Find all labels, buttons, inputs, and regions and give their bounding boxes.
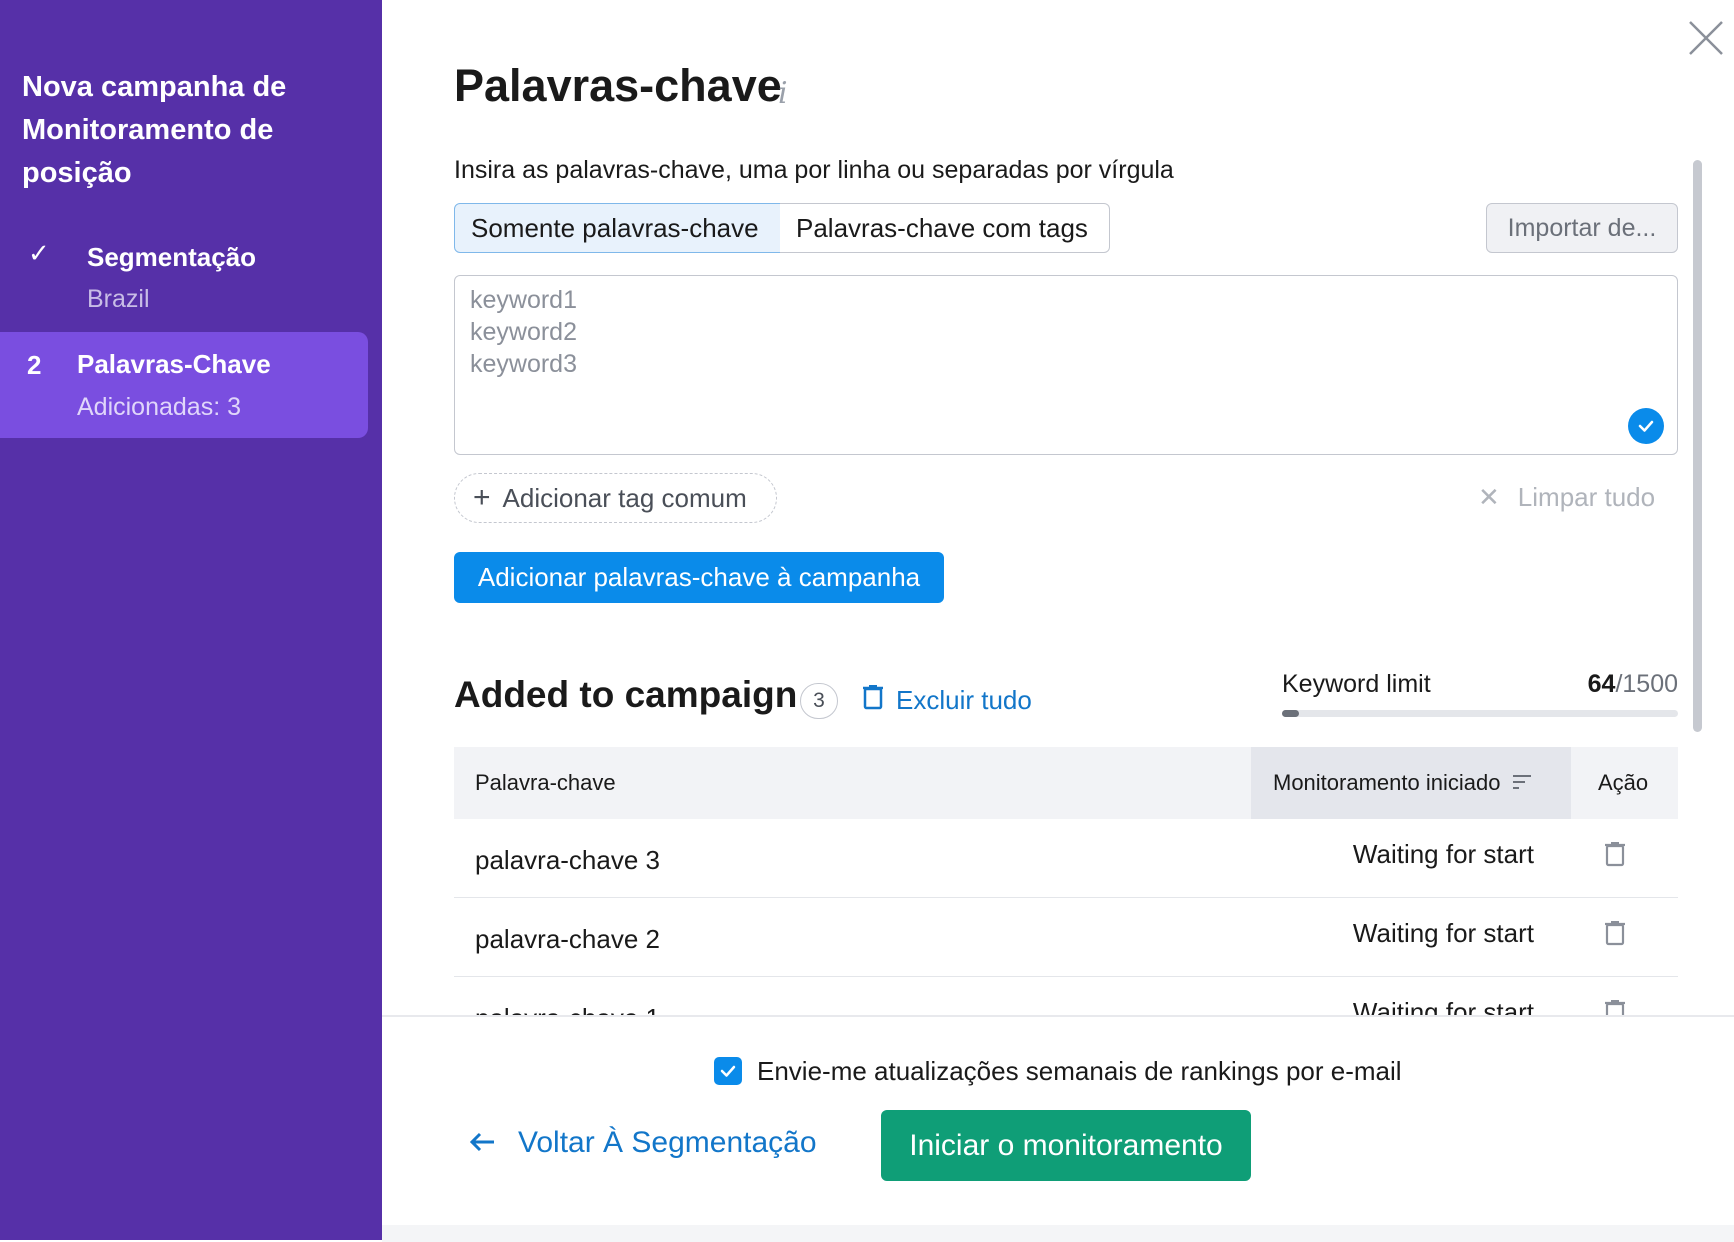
column-keyword: Palavra-chave [475,770,616,795]
add-keywords-button[interactable]: Adicionar palavras-chave à campanha [454,552,944,603]
step-sub: Adicionadas: 3 [77,393,242,421]
x-icon: ✕ [1478,482,1500,512]
keyword-cell: palavra-chave 2 [475,924,660,954]
step-label: Segmentação [87,242,257,272]
table-row: palavra-chave 2 Waiting for start [454,898,1678,977]
sort-icon[interactable] [1512,770,1532,796]
info-icon[interactable]: i [778,76,788,111]
table-row: palavra-chave 3 Waiting for start [454,819,1678,898]
plus-icon: + [473,481,491,514]
clear-all-label: Limpar tudo [1517,482,1656,512]
keyword-cell: palavra-chave 3 [475,845,660,875]
keywords-table: Palavra-chave Monitoramento iniciado Açã… [454,747,1678,1056]
tab-keywords-with-tags[interactable]: Palavras-chave com tags [780,203,1110,253]
tab-keywords-only[interactable]: Somente palavras-chave [454,203,781,253]
valid-check-icon [1628,408,1664,444]
page-title: Palavras-chave [454,60,782,111]
column-monitoring-label: Monitoramento iniciado [1273,770,1501,795]
status-cell: Waiting for start [1352,839,1534,869]
keyword-limit-value: 64/1500 [1587,670,1678,698]
status-cell: Waiting for start [1352,918,1534,948]
keyword-limit-fill [1282,710,1299,717]
delete-all-label: Excluir tudo [896,685,1032,715]
email-updates-checkbox[interactable] [714,1057,742,1085]
placeholder-line: keyword1 [470,286,577,314]
column-monitoring[interactable]: Monitoramento iniciado [1251,747,1571,819]
step-number: 2 [27,350,42,380]
start-monitoring-button[interactable]: Iniciar o monitoramento [881,1110,1251,1181]
delete-all-button[interactable]: Excluir tudo [862,684,1032,717]
back-to-segmentation-link[interactable]: Voltar À Segmentação [469,1126,817,1160]
close-icon[interactable] [1686,18,1726,58]
trash-icon[interactable] [1604,841,1626,872]
column-action: Ação [1598,770,1649,795]
add-common-tag-button[interactable]: + Adicionar tag comum [454,473,777,523]
add-tag-label: Adicionar tag comum [502,482,747,513]
keyword-limit-bar [1282,710,1678,717]
arrow-left-icon [469,1126,496,1160]
back-label: Voltar À Segmentação [518,1126,817,1159]
step-sub: Brazil [87,285,150,313]
added-section-title: Added to campaign [454,674,798,715]
footer-edge [382,1225,1734,1242]
clear-all-button[interactable]: ✕ Limpar tudo [1478,482,1655,513]
placeholder-line: keyword3 [470,350,577,378]
placeholder-line: keyword2 [470,318,577,346]
email-updates-label[interactable]: Envie-me atualizações semanais de rankin… [757,1056,1402,1087]
campaign-title: Nova campanha de Monitoramento de posiçã… [22,71,287,189]
sidebar: Nova campanha de Monitoramento de posiçã… [0,0,382,1240]
check-icon: ✓ [28,238,50,268]
scrollbar[interactable] [1693,160,1702,732]
step-keywords[interactable]: 2 Palavras-Chave Adicionadas: 3 [0,332,368,438]
table-header: Palavra-chave Monitoramento iniciado Açã… [454,747,1678,819]
import-button[interactable]: Importar de... [1486,203,1678,253]
step-segmentation[interactable]: ✓ Segmentação Brazil [0,232,368,322]
instructions: Insira as palavras-chave, uma por linha … [454,156,1174,184]
trash-icon[interactable] [1604,920,1626,951]
trash-icon [862,684,884,717]
count-badge: 3 [800,683,838,719]
keyword-limit-label: Keyword limit [1282,670,1431,698]
keywords-textarea[interactable]: keyword1 keyword2 keyword3 [454,275,1678,455]
step-label: Palavras-Chave [77,349,271,379]
